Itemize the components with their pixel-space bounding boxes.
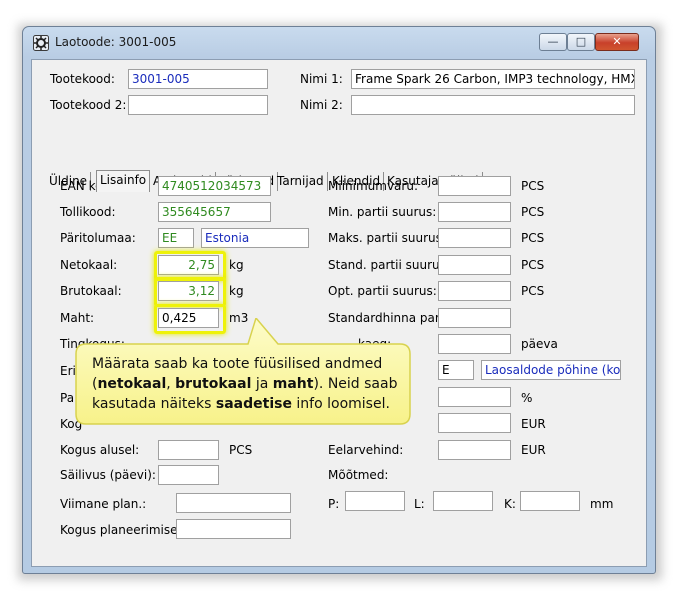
maks-partii-input[interactable] bbox=[438, 228, 511, 248]
nimi1-input[interactable]: Frame Spark 26 Carbon, IMP3 technology, … bbox=[351, 69, 635, 89]
tootekood2-label: Tootekood 2: bbox=[50, 98, 127, 112]
callout-sep-1: , bbox=[166, 376, 176, 392]
nimi1-label: Nimi 1: bbox=[300, 72, 343, 86]
kogus-alusel-label: Kogus alusel: bbox=[60, 443, 140, 457]
miinimumvaru-label: Miinimumvaru: bbox=[328, 179, 418, 193]
tarneaeg-unit: päeva bbox=[521, 337, 558, 351]
miinimumvaru-input[interactable] bbox=[438, 176, 511, 196]
l-input[interactable] bbox=[433, 491, 493, 511]
p-input[interactable] bbox=[345, 491, 405, 511]
percent-unit: % bbox=[521, 391, 533, 405]
callout-part-3: info loomisel. bbox=[291, 396, 390, 412]
mm-unit: mm bbox=[590, 497, 614, 511]
callout-brutokaal: brutokaal bbox=[175, 376, 252, 392]
kogus-planeerimisel-label: Kogus planeerimisel: bbox=[60, 523, 185, 537]
info-callout: Määrata saab ka toote füüsilised andmed … bbox=[72, 318, 414, 426]
kogus-alusel-unit: PCS bbox=[229, 443, 253, 457]
tootekood-input[interactable]: 3001-005 bbox=[128, 69, 268, 89]
stand-partii-unit: PCS bbox=[521, 258, 545, 272]
kogus-planeerimisel-input[interactable] bbox=[176, 519, 291, 539]
k-input[interactable] bbox=[520, 491, 580, 511]
viimane-plan-input[interactable] bbox=[176, 493, 291, 513]
sailivus-input[interactable] bbox=[158, 465, 219, 485]
tollikood-label: Tollikood: bbox=[60, 205, 116, 219]
min-partii-label: Min. partii suurus: bbox=[328, 205, 437, 219]
tarneaeg-input[interactable] bbox=[438, 334, 511, 354]
standardhinna-partii-input[interactable] bbox=[438, 308, 511, 328]
brutokaal-label: Brutokaal: bbox=[60, 284, 122, 298]
eelarvehind-unit: EUR bbox=[521, 443, 546, 457]
sailivus-label: Säilivus (päevi): bbox=[60, 468, 156, 482]
brutokaal-input[interactable]: 3,12 bbox=[158, 281, 219, 301]
callout-maht: maht bbox=[272, 376, 314, 392]
paritolumaa-code-input[interactable]: EE bbox=[158, 228, 194, 248]
maximize-button[interactable]: □ bbox=[567, 33, 595, 51]
netokaal-input[interactable]: 2,75 bbox=[158, 255, 219, 275]
k-label: K: bbox=[504, 497, 516, 511]
nimi2-input[interactable] bbox=[351, 95, 635, 115]
tab-lisainfo[interactable]: Lisainfo bbox=[96, 170, 151, 192]
netokaal-unit: kg bbox=[229, 258, 244, 272]
l-label: L: bbox=[414, 497, 425, 511]
brutokaal-unit: kg bbox=[229, 284, 244, 298]
miinimumvaru-unit: PCS bbox=[521, 179, 545, 193]
kogus-alusel-input[interactable] bbox=[158, 440, 219, 460]
hind-input[interactable] bbox=[438, 413, 511, 433]
callout-saadetise: saadetise bbox=[215, 396, 292, 412]
close-button[interactable]: ✕ bbox=[595, 33, 639, 51]
minimize-button[interactable]: — bbox=[539, 33, 567, 51]
p-label: P: bbox=[328, 497, 340, 511]
window-title: Laotoode: 3001-005 bbox=[55, 35, 177, 49]
opt-partii-unit: PCS bbox=[521, 284, 545, 298]
maks-partii-label: Maks. partii suurus: bbox=[328, 231, 446, 245]
maks-partii-unit: PCS bbox=[521, 231, 545, 245]
mootmed-label: Mõõtmed: bbox=[328, 468, 389, 482]
paritolumaa-label: Päritolumaa: bbox=[60, 231, 136, 245]
viimane-plan-label: Viimane plan.: bbox=[60, 497, 147, 511]
opt-partii-label: Opt. partii suurus: bbox=[328, 284, 437, 298]
eelarvehind-input[interactable] bbox=[438, 440, 511, 460]
callout-mid: ja bbox=[251, 376, 273, 392]
netokaal-label: Netokaal: bbox=[60, 258, 118, 272]
nimi2-label: Nimi 2: bbox=[300, 98, 343, 112]
laoarvestus-code-input[interactable]: E bbox=[438, 360, 474, 380]
app-gear-icon bbox=[33, 35, 49, 51]
min-partii-unit: PCS bbox=[521, 205, 545, 219]
title-bar[interactable]: Laotoode: 3001-005 — □ ✕ bbox=[23, 27, 655, 59]
tootekood2-input[interactable] bbox=[128, 95, 268, 115]
hind-unit: EUR bbox=[521, 417, 546, 431]
ean-input[interactable]: 4740512034573 bbox=[158, 176, 271, 196]
callout-netokaal: netokaal bbox=[97, 376, 167, 392]
stand-partii-input[interactable] bbox=[438, 255, 511, 275]
callout-text: Määrata saab ka toote füüsilised andmed … bbox=[92, 354, 402, 414]
paritolumaa-name-input[interactable]: Estonia bbox=[201, 228, 309, 248]
tollikood-input[interactable]: 355645657 bbox=[158, 202, 271, 222]
eelarvehind-label: Eelarvehind: bbox=[328, 443, 404, 457]
min-partii-input[interactable] bbox=[438, 202, 511, 222]
laoarvestus-name-input[interactable]: Laosaldode põhine (konse bbox=[481, 360, 621, 380]
opt-partii-input[interactable] bbox=[438, 281, 511, 301]
percent-input[interactable] bbox=[438, 387, 511, 407]
stand-partii-label: Stand. partii suurus: bbox=[328, 258, 450, 272]
tootekood-label: Tootekood: bbox=[50, 72, 115, 86]
